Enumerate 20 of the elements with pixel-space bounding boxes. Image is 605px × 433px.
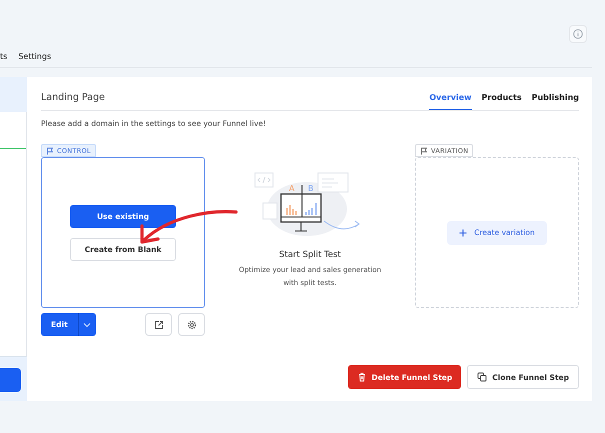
variant-label: B — [308, 184, 314, 193]
copy-icon — [477, 372, 488, 382]
settings-icon — [186, 320, 196, 330]
tab[interactable]: Products — [482, 93, 522, 110]
nav-link[interactable]: Settings — [18, 52, 52, 61]
nav-link[interactable]: ts — [0, 52, 8, 61]
tab[interactable]: Publishing — [532, 93, 579, 110]
tab[interactable]: Overview — [429, 93, 472, 110]
plus-icon — [459, 228, 468, 236]
external-link-icon — [154, 320, 164, 330]
caret-icon — [83, 322, 92, 328]
split-test-title: Start Split Test — [279, 250, 341, 260]
flag-icon — [420, 146, 428, 154]
trash-icon — [356, 372, 367, 382]
variant-label: A — [289, 184, 294, 193]
settings-button[interactable] — [178, 313, 205, 336]
page-title: Landing Page — [41, 92, 105, 105]
open-external-button[interactable] — [145, 313, 172, 336]
info-icon — [573, 29, 583, 39]
flag-icon — [46, 146, 54, 154]
